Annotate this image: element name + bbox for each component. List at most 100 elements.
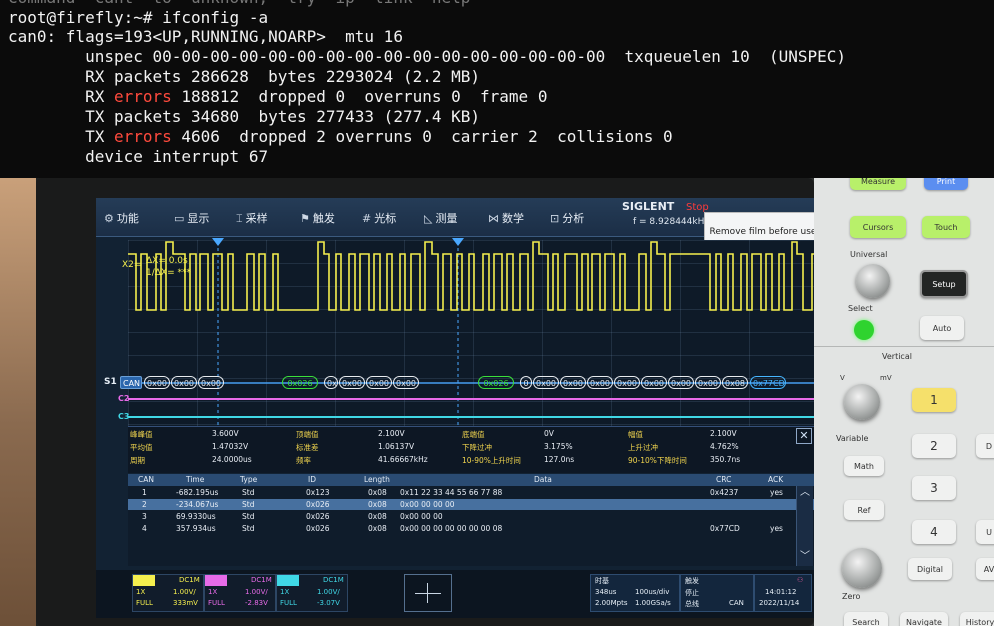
channel-2-button[interactable]: 2 [912,434,956,458]
terminal-window[interactable]: Command cant to unknown, try ip link hel… [0,0,994,178]
side-button-d[interactable]: D [976,434,994,458]
bus-id-frame: 0x026 [282,376,318,389]
clock-date: 2022/11/14 [759,599,800,607]
channel-c2-box[interactable]: DC1M 1X 1.00V/ FULL -2.83V [204,574,276,612]
search-button[interactable]: Search [844,612,888,626]
bus-frame: 0x00 [171,376,197,389]
frequency-readout: f = 8.928444kHz [633,217,710,227]
column-header: CRC [716,475,732,484]
timebase-box[interactable]: 时基 348us 100us/div 2.00Mpts 1.00GSa/s [590,574,680,612]
scope-screen[interactable]: ⚙ 功能 ▭ 显示 ⌶ 采样 ⚑ 触发 # 光标 ◺ 测量 ⋈ 数学 ⊡ 分析 SIGLENT … [96,198,824,618]
bus-frame: 0x00 [695,376,721,389]
cell-index: 1 [142,488,147,497]
bus-frame: 0x [324,376,338,389]
table-row[interactable]: 3 69.9330us Std 0x026 0x08 0x00 00 00 [128,511,818,522]
touch-button[interactable]: Touch [922,216,970,238]
terminal-line: device interrupt 67 [8,147,269,166]
cursor-icon: # [362,212,372,225]
cursor-marker-icon[interactable] [212,238,224,246]
meas-key: 幅值 [628,430,643,439]
channel-probe: 1X [280,588,290,596]
side-button-u[interactable]: U [976,520,994,544]
error-keyword: errors [113,87,172,106]
table-row[interactable]: 1 -682.195us Std 0x123 0x08 0x11 22 33 4… [128,487,818,498]
menu-function[interactable]: ⚙ 功能 [104,210,139,226]
bus-frame: 0x00 [144,376,170,389]
menu-analysis[interactable]: ⊡ 分析 [550,210,584,226]
history-button[interactable]: History [960,612,994,626]
bus-crc-frame: 0x77CD [750,376,786,389]
table-scrollbar[interactable]: ︿ ﹀ [796,486,813,566]
bus-frame: 0x00 [533,376,559,389]
c2-trace [128,398,818,400]
channel-scale: 1.00V/ [245,588,268,596]
bus-frame: 0x00 [560,376,586,389]
menu-label: 显示 [187,212,210,225]
menu-display[interactable]: ▭ 显示 [174,210,209,226]
setup-button[interactable]: Setup [920,270,968,298]
print-button[interactable]: Print [924,178,968,190]
cell-id: 0x026 [306,524,330,533]
navigate-button[interactable]: Navigate [900,612,948,626]
channel-4-button[interactable]: 4 [912,520,956,544]
cell-data: 0x11 22 33 44 55 66 77 88 [400,488,503,497]
menu-acquire[interactable]: ⌶ 采样 [236,210,268,226]
channel-coupling: DC1M [251,576,272,584]
menu-label: 测量 [435,212,458,225]
digital-button[interactable]: Digital [908,558,952,580]
ref-button[interactable]: Ref [844,500,884,520]
meas-key: 峰峰值 [130,430,153,439]
decode-table[interactable]: CAN Time Type ID Length Data CRC ACK 1 -… [128,474,818,566]
panel-divider [814,346,994,347]
timebase-position: 348us [595,588,617,596]
bus-frame: 0 [520,376,532,389]
math-button[interactable]: Math [844,456,884,476]
menu-label: 光标 [374,212,397,225]
desk-background [0,178,36,626]
meas-value: 3.600V [212,429,239,438]
channel-offset: 333mV [173,599,198,607]
close-icon[interactable]: ✕ [796,428,812,444]
table-row[interactable]: 4 357.934us Std 0x026 0x08 0x00 00 00 00… [128,523,818,534]
channel-3-button[interactable]: 3 [912,476,956,500]
cell-time: -682.195us [176,488,219,497]
table-row-selected[interactable]: 2 -234.067us Std 0x026 0x08 0x00 00 00 0… [128,499,818,510]
channel-c1-box[interactable]: DC1M 1X 1.00V/ FULL 333mV [132,574,204,612]
trigger-box[interactable]: 触发 停止 总线 CAN [680,574,754,612]
cell-time: 69.9330us [176,512,216,521]
menu-math[interactable]: ⋈ 数学 [488,210,524,226]
side-button-a[interactable]: AV [976,558,994,580]
channel-c3-box[interactable]: DC1M 1X 1.00V/ FULL -3.07V [276,574,348,612]
menu-trigger[interactable]: ⚑ 触发 [300,210,335,226]
inverse-delta-x-readout: 1/ΔX= *** [146,268,191,278]
variable-label: Variable [836,434,869,443]
cell-id: 0x123 [306,488,330,497]
menu-measure[interactable]: ◺ 测量 [424,210,457,226]
cell-length: 0x08 [368,512,387,521]
offset-knob[interactable] [842,548,882,588]
cell-data: 0x00 00 00 00 00 00 00 08 [400,524,503,533]
meas-value: 4.762% [710,442,739,451]
trigger-marker-icon[interactable] [452,238,464,246]
chevron-up-icon[interactable]: ︿ [797,486,813,500]
measure-button[interactable]: Measure [850,178,906,190]
channel-color-tag [277,575,299,586]
measurement-panel[interactable]: 峰峰值 3.600V 顶端值 2.100V 底端值 0V 幅值 2.100V 平… [128,426,818,473]
c1-waveform [128,241,818,311]
vertical-scale-knob[interactable] [844,384,880,420]
cursor-x2-label: X2= [122,260,142,270]
channel-1-button[interactable]: 1 [912,388,956,412]
column-header: ID [308,475,316,484]
brand-logo: SIGLENT [622,200,675,213]
auto-button[interactable]: Auto [920,316,964,340]
chevron-down-icon[interactable]: ﹀ [797,550,813,564]
bus-label: S1 [104,377,117,387]
menu-cursor[interactable]: # 光标 [362,210,396,226]
menu-label: 触发 [312,212,335,225]
cursors-button[interactable]: Cursors [850,216,906,238]
add-channel-button[interactable] [404,574,452,612]
c2-label: C2 [118,394,130,403]
select-indicator-icon [854,320,874,340]
universal-knob[interactable] [856,264,890,298]
trigger-label: 触发 [685,577,699,585]
